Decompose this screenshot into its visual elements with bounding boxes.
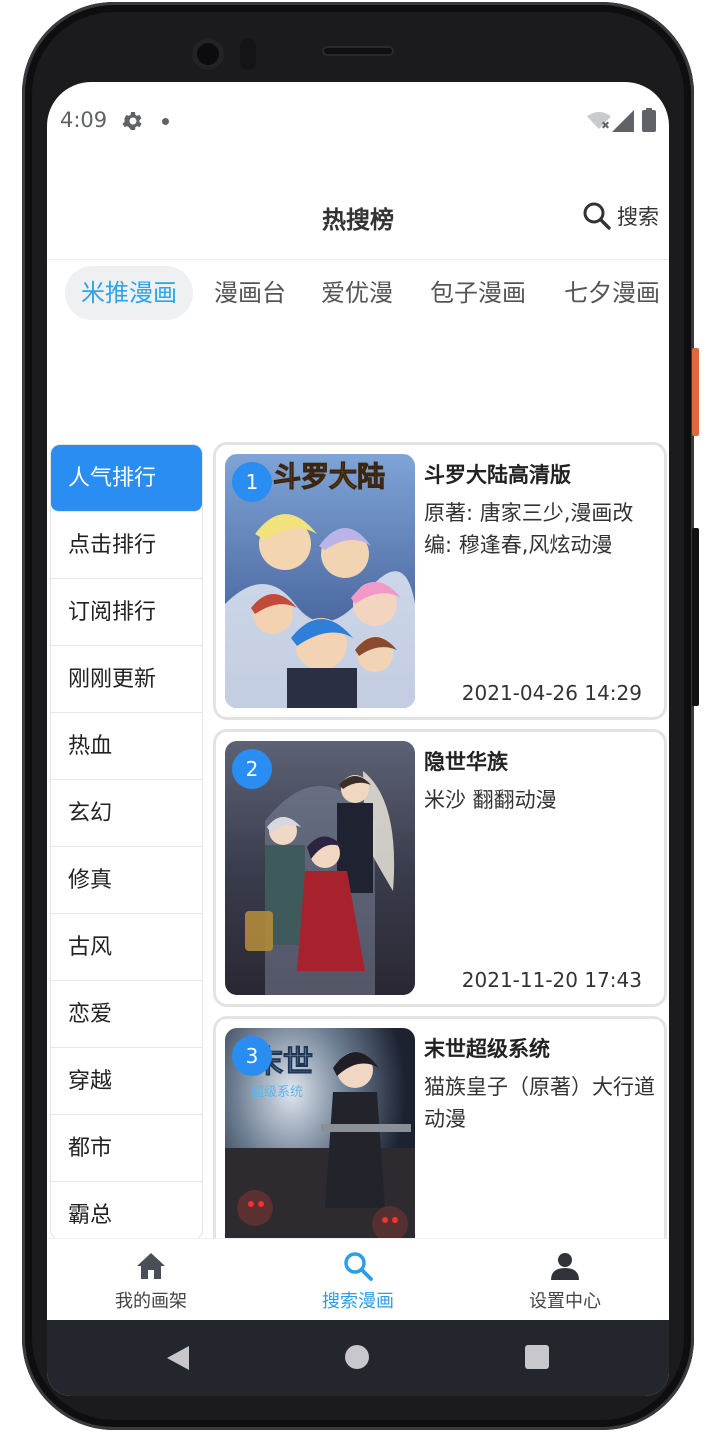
tab-baozi[interactable]: 包子漫画 — [414, 266, 542, 320]
comic-card[interactable]: 末世 超级系统 3 末世超级系统 猫族皇子（原著）大行道动漫 — [213, 1016, 667, 1238]
signal-icon — [612, 110, 634, 132]
volume-button — [692, 528, 699, 706]
back-icon[interactable] — [165, 1344, 191, 1372]
category-clicks[interactable]: 点击排行 — [51, 512, 202, 579]
recents-button[interactable] — [525, 1345, 549, 1369]
comic-list: 斗罗大陆 1 斗罗大陆高清版 原著: 唐家三少,漫画改编: 穆逢春,风炫动漫 2… — [213, 442, 669, 1238]
nav-settings-label: 设置中心 — [529, 1291, 601, 1312]
category-subscriptions[interactable]: 订阅排行 — [51, 579, 202, 646]
nav-search-comics-label: 搜索漫画 — [322, 1291, 394, 1312]
page-title: 热搜榜 — [322, 206, 394, 234]
bottom-navigation: 我的画架 搜索漫画 设置中心 — [47, 1238, 669, 1320]
rank-badge: 2 — [232, 749, 272, 789]
tab-manhuatai[interactable]: 漫画台 — [198, 266, 302, 320]
cover-subtitle: 超级系统 — [251, 1085, 303, 1100]
category-romance[interactable]: 恋爱 — [51, 981, 202, 1048]
status-bar: 4:09 — [47, 82, 669, 160]
tab-mitui[interactable]: 米推漫画 — [65, 266, 193, 320]
app-header: 热搜榜 搜索 — [47, 160, 669, 260]
category-urban[interactable]: 都市 — [51, 1115, 202, 1182]
nav-search-comics[interactable]: 搜索漫画 — [288, 1249, 428, 1313]
comic-author: 原著: 唐家三少,漫画改编: 穆逢春,风炫动漫 — [424, 501, 634, 557]
gear-icon — [122, 112, 142, 130]
category-just-updated[interactable]: 刚刚更新 — [51, 646, 202, 713]
system-navigation-bar — [47, 1320, 669, 1396]
search-button-label: 搜索 — [617, 205, 659, 229]
category-xiuzhen[interactable]: 修真 — [51, 847, 202, 914]
search-button[interactable]: 搜索 — [581, 198, 659, 234]
screen: 4:09 热搜榜 搜索 米推漫画 漫画台 爱优漫 包子漫画 七夕漫画 人气排行 … — [47, 82, 669, 1396]
notification-dot — [162, 118, 169, 125]
tab-qixi[interactable]: 七夕漫画 — [548, 266, 669, 320]
nav-settings[interactable]: 设置中心 — [495, 1249, 635, 1313]
comic-title: 斗罗大陆高清版 — [424, 463, 571, 487]
category-xuanhuan[interactable]: 玄幻 — [51, 780, 202, 847]
home-icon — [137, 1253, 165, 1279]
category-popular[interactable]: 人气排行 — [51, 445, 202, 512]
comic-title: 末世超级系统 — [424, 1037, 550, 1061]
comic-cover: 末世 超级系统 3 — [225, 1028, 415, 1238]
category-time-travel[interactable]: 穿越 — [51, 1048, 202, 1115]
home-button[interactable] — [345, 1345, 369, 1369]
front-camera — [192, 38, 224, 70]
category-list: 人气排行 点击排行 订阅排行 刚刚更新 热血 玄幻 修真 古风 恋爱 穿越 都市… — [50, 444, 203, 1240]
proximity-sensor — [240, 38, 256, 70]
wifi-off-icon — [587, 112, 611, 129]
comic-card[interactable]: 2 隐世华族 米沙 翻翻动漫 2021-11-20 17:43 — [213, 729, 667, 1007]
cover-title: 斗罗大陆 — [273, 460, 385, 493]
comic-card[interactable]: 斗罗大陆 1 斗罗大陆高清版 原著: 唐家三少,漫画改编: 穆逢春,风炫动漫 2… — [213, 442, 667, 720]
category-gufeng[interactable]: 古风 — [51, 914, 202, 981]
comic-updated-date: 2021-11-20 17:43 — [461, 968, 642, 992]
earpiece-speaker — [322, 46, 394, 56]
rank-badge: 1 — [232, 462, 272, 502]
person-icon — [551, 1253, 579, 1280]
status-time: 4:09 — [60, 108, 108, 132]
search-icon — [344, 1252, 373, 1281]
comic-cover: 斗罗大陆 1 — [225, 454, 415, 708]
tab-aiyouman[interactable]: 爱优漫 — [305, 266, 409, 320]
comic-updated-date: 2021-04-26 14:29 — [461, 681, 642, 705]
battery-icon — [642, 108, 656, 132]
comic-author: 猫族皇子（原著）大行道动漫 — [424, 1075, 655, 1131]
nav-bookshelf[interactable]: 我的画架 — [81, 1249, 221, 1313]
search-icon — [583, 202, 611, 230]
source-tabs: 米推漫画 漫画台 爱优漫 包子漫画 七夕漫画 — [47, 266, 669, 322]
rank-badge: 3 — [232, 1036, 272, 1076]
comic-title: 隐世华族 — [424, 750, 508, 774]
comic-cover: 2 — [225, 741, 415, 995]
nav-bookshelf-label: 我的画架 — [115, 1291, 187, 1312]
category-ceo[interactable]: 霸总 — [51, 1182, 202, 1239]
category-rexue[interactable]: 热血 — [51, 713, 202, 780]
power-button — [692, 348, 699, 436]
comic-author: 米沙 翻翻动漫 — [424, 788, 557, 812]
